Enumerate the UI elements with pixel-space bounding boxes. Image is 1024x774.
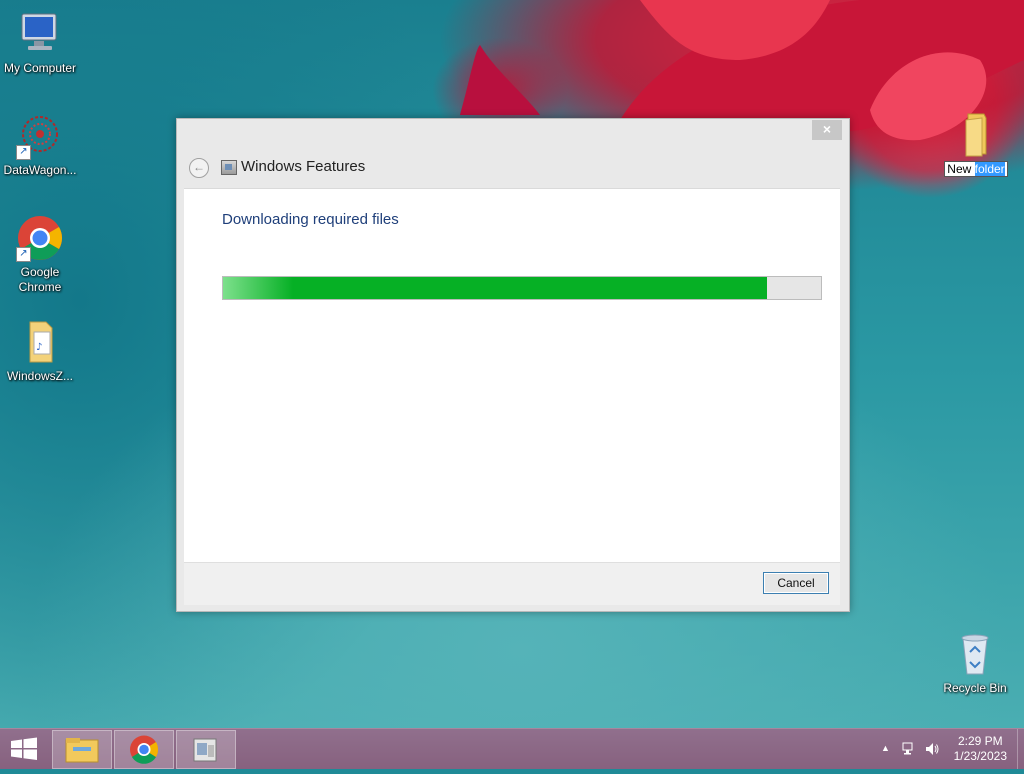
- chrome-icon: ↗: [16, 214, 64, 262]
- chrome-icon: [130, 735, 159, 764]
- clock[interactable]: 2:29 PM 1/23/2023: [954, 734, 1007, 764]
- folder-icon: ♪: [16, 318, 64, 366]
- folder-icon: [952, 110, 1000, 158]
- desktop: My Computer ↗ DataWagon... ↗ Google Chro…: [0, 0, 1024, 728]
- taskbar-windows-features-button[interactable]: [176, 730, 236, 769]
- shortcut-arrow-icon: ↗: [16, 145, 31, 160]
- network-icon[interactable]: [901, 741, 917, 760]
- close-button[interactable]: ×: [812, 120, 842, 140]
- rename-textbox[interactable]: New folder: [944, 161, 1008, 177]
- progress-fill: [223, 277, 768, 299]
- desktop-icon-label: DataWagon...: [3, 163, 77, 177]
- cancel-button[interactable]: Cancel: [763, 572, 829, 594]
- datawagon-icon: ↗: [16, 112, 64, 160]
- file-explorer-icon: [65, 738, 99, 763]
- desktop-icon-windowsz[interactable]: ♪ WindowsZ...: [0, 318, 80, 384]
- tray-overflow-icon[interactable]: ▲: [881, 743, 890, 753]
- show-desktop-button[interactable]: [1017, 729, 1024, 769]
- computer-icon: [16, 10, 64, 58]
- taskbar-chrome-button[interactable]: [114, 730, 174, 769]
- windows-features-icon: [221, 160, 237, 175]
- rename-text: New: [947, 162, 972, 176]
- recycle-bin-icon: [951, 630, 999, 678]
- back-arrow-icon[interactable]: ←: [189, 158, 209, 178]
- windows-features-icon: [193, 738, 217, 762]
- desktop-icon-recycle-bin[interactable]: Recycle Bin: [935, 630, 1015, 696]
- windows-features-dialog: × ← Windows Features Downloading require…: [176, 118, 850, 612]
- dialog-header: ← Windows Features: [177, 141, 849, 187]
- progress-bar: [222, 276, 822, 300]
- shortcut-arrow-icon: ↗: [16, 247, 31, 262]
- clock-time: 2:29 PM: [957, 734, 1003, 748]
- dialog-content: Downloading required files: [184, 188, 840, 562]
- windows-logo-icon: [11, 737, 37, 760]
- svg-text:♪: ♪: [36, 342, 42, 353]
- taskbar: ▲ 2:29 PM 1/23/2023: [0, 728, 1024, 769]
- clock-date: 1/23/2023: [953, 749, 1007, 763]
- desktop-icon-label: Recycle Bin: [943, 681, 1007, 695]
- desktop-icon-datawagon[interactable]: ↗ DataWagon...: [0, 112, 80, 178]
- desktop-icon-my-computer[interactable]: My Computer: [0, 10, 80, 76]
- dialog-title: Windows Features: [241, 158, 366, 175]
- desktop-icon-google-chrome[interactable]: ↗ Google Chrome: [0, 214, 80, 295]
- dialog-footer: Cancel: [184, 562, 840, 605]
- desktop-icon-label: WindowsZ...: [6, 369, 73, 383]
- rename-selected-text: folder: [974, 162, 1005, 176]
- system-tray: ▲ 2:29 PM 1/23/2023: [864, 729, 1024, 769]
- taskbar-file-explorer-button[interactable]: [52, 730, 112, 769]
- volume-icon[interactable]: [924, 741, 940, 760]
- desktop-icon-label: My Computer: [3, 61, 77, 75]
- desktop-icon-label: Google Chrome: [18, 265, 62, 294]
- status-text: Downloading required files: [222, 211, 399, 228]
- desktop-icon-new-folder[interactable]: New folder: [936, 110, 1016, 178]
- start-button[interactable]: [0, 729, 48, 769]
